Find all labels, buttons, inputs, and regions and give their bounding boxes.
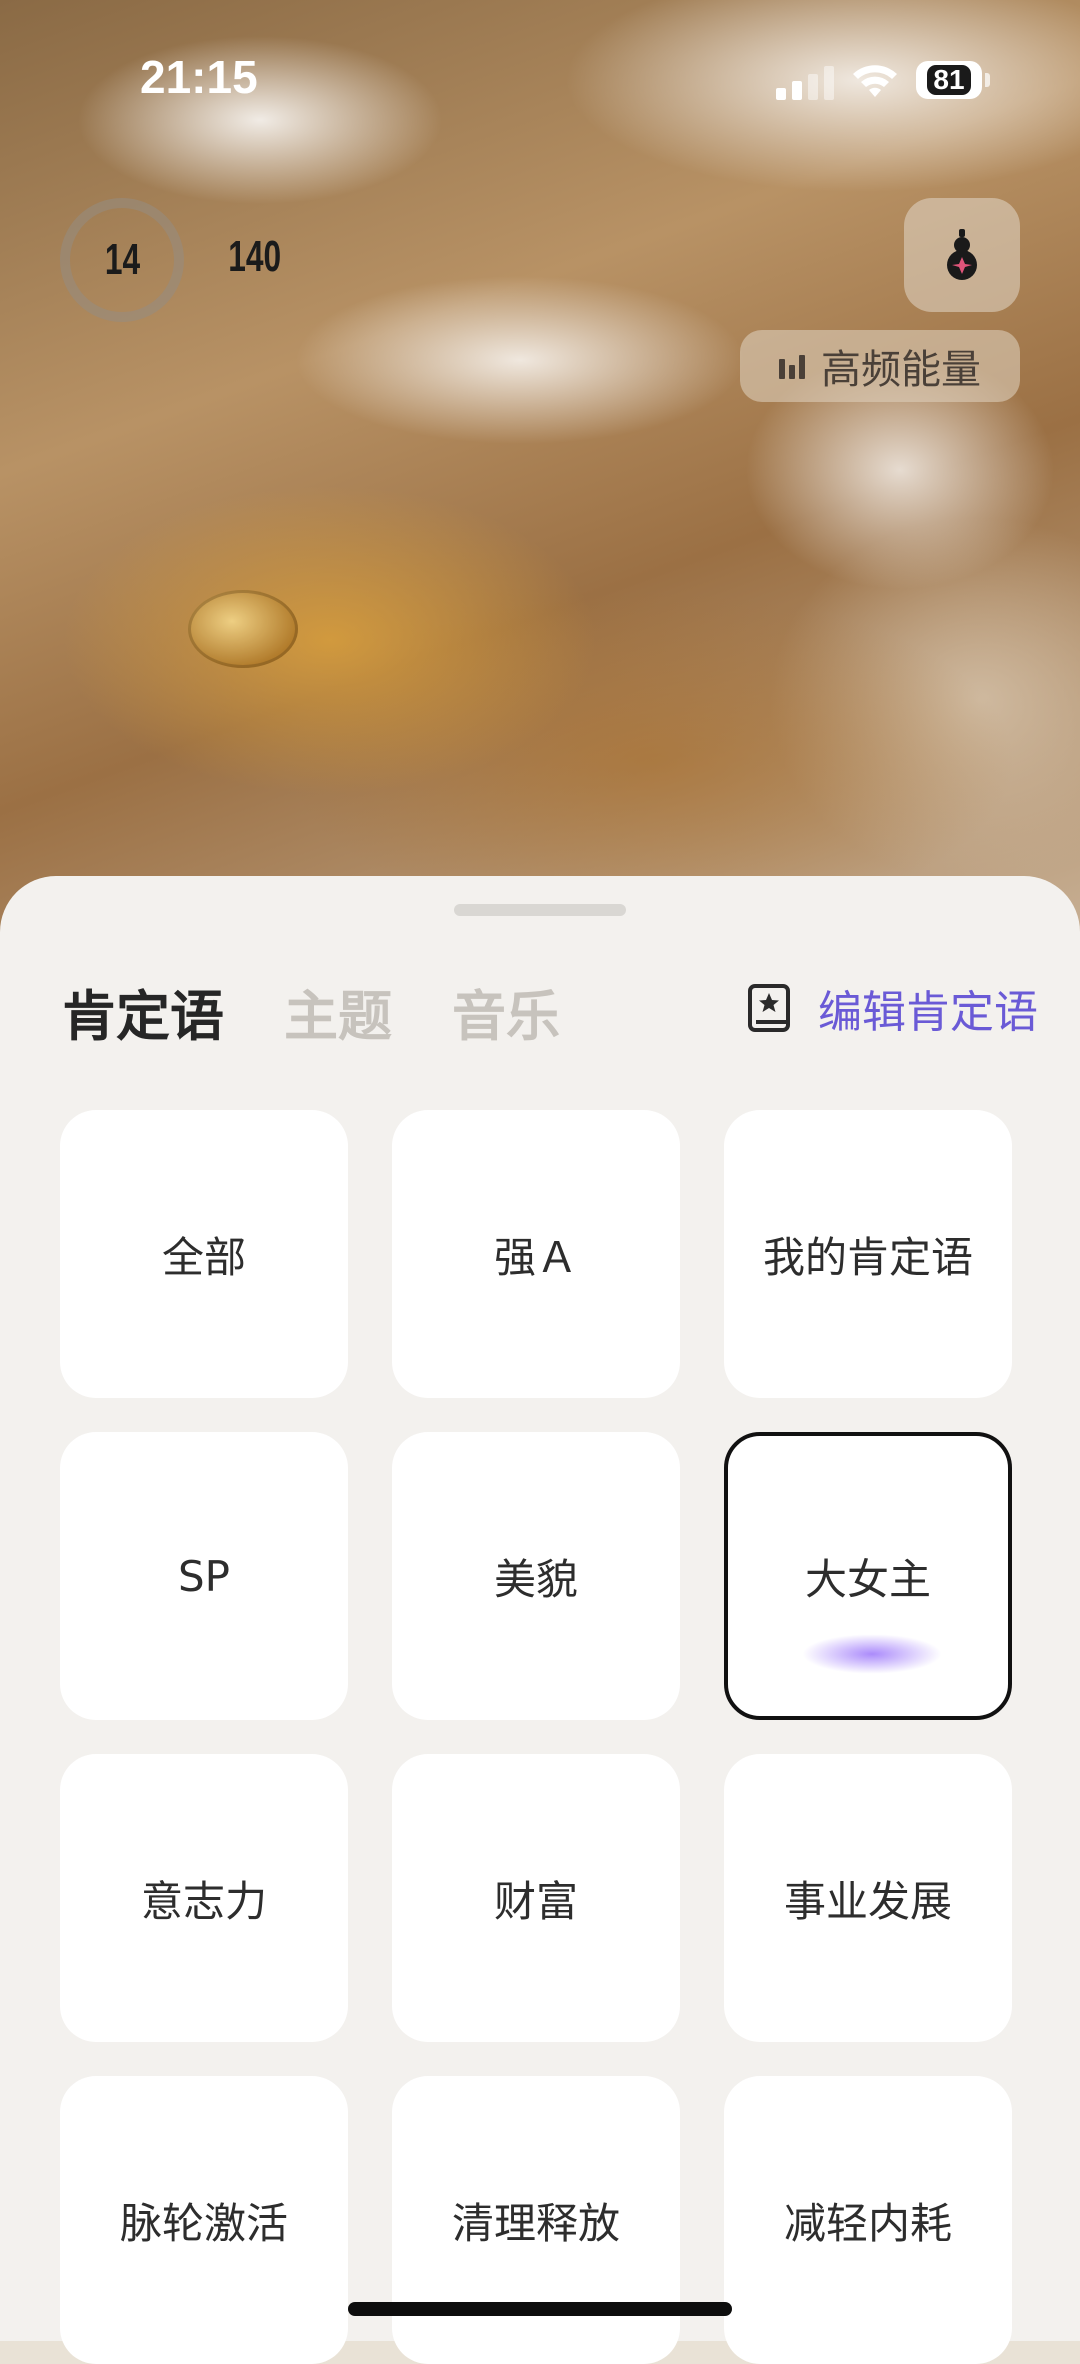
battery-level: 81 — [927, 65, 971, 95]
tab-bar: 肯定语 主题 音乐 — [62, 972, 560, 1051]
category-card-wealth[interactable]: 财富 — [392, 1754, 680, 2042]
category-label: 减轻内耗 — [783, 2198, 952, 2248]
edit-affirmations-label: 编辑肯定语 — [818, 987, 1038, 1038]
category-card-beauty[interactable]: 美貌 — [392, 1432, 680, 1720]
affirmation-count: 140 — [228, 232, 282, 281]
status-time: 21:15 — [140, 51, 258, 103]
battery-icon: 81 — [916, 61, 990, 99]
coin-in-water — [188, 590, 298, 668]
bottom-sheet: 肯定语 主题 音乐 编辑肯定语 全部 强Ａ 我的肯定语 SP 美貌 大女主 意志… — [0, 876, 1080, 2364]
signal-icon — [776, 66, 834, 100]
sheet-handle[interactable] — [454, 904, 626, 916]
category-card-strong-a[interactable]: 强Ａ — [392, 1110, 680, 1398]
gourd-icon — [947, 229, 977, 280]
category-grid: 全部 强Ａ 我的肯定语 SP 美貌 大女主 意志力 财富 事业发展 脉轮激活 清… — [60, 1110, 1012, 2364]
category-label: 大女主 — [804, 1554, 931, 1604]
progress-ring[interactable]: 14 — [60, 198, 184, 322]
bars-icon — [779, 355, 805, 379]
category-label: 美貌 — [493, 1554, 578, 1604]
gourd-button[interactable] — [904, 198, 1020, 312]
tab-affirmations[interactable]: 肯定语 — [62, 972, 224, 1051]
energy-button[interactable]: 高频能量 — [740, 330, 1020, 402]
category-label: 清理释放 — [451, 2198, 620, 2248]
ring-value: 14 — [104, 235, 140, 284]
book-star-icon — [748, 984, 790, 1032]
category-label: 强Ａ — [493, 1232, 578, 1282]
category-label: 全部 — [161, 1232, 246, 1282]
category-label: 意志力 — [140, 1876, 267, 1926]
category-card-reduce-friction[interactable]: 减轻内耗 — [724, 2076, 1012, 2364]
category-card-all[interactable]: 全部 — [60, 1110, 348, 1398]
energy-label: 高频能量 — [821, 347, 981, 393]
home-indicator[interactable] — [348, 2302, 732, 2316]
edit-affirmations-button[interactable]: 编辑肯定语 — [748, 976, 1038, 1040]
category-label: 我的肯定语 — [762, 1232, 973, 1282]
category-card-sp[interactable]: SP — [60, 1432, 348, 1720]
category-card-my-affirmations[interactable]: 我的肯定语 — [724, 1110, 1012, 1398]
status-bar: 21:15 81 — [0, 0, 1080, 150]
category-card-chakra[interactable]: 脉轮激活 — [60, 2076, 348, 2364]
category-label: 财富 — [493, 1876, 578, 1926]
category-label: 事业发展 — [783, 1876, 952, 1926]
wifi-icon — [853, 65, 897, 97]
category-card-release[interactable]: 清理释放 — [392, 2076, 680, 2364]
category-label: 脉轮激活 — [119, 2198, 288, 2248]
category-card-heroine[interactable]: 大女主 — [724, 1432, 1012, 1720]
category-card-willpower[interactable]: 意志力 — [60, 1754, 348, 2042]
category-card-career[interactable]: 事业发展 — [724, 1754, 1012, 2042]
tab-theme[interactable]: 主题 — [284, 972, 392, 1051]
tab-music[interactable]: 音乐 — [452, 972, 560, 1051]
category-label: SP — [178, 1551, 230, 1601]
selected-glow — [802, 1634, 942, 1674]
